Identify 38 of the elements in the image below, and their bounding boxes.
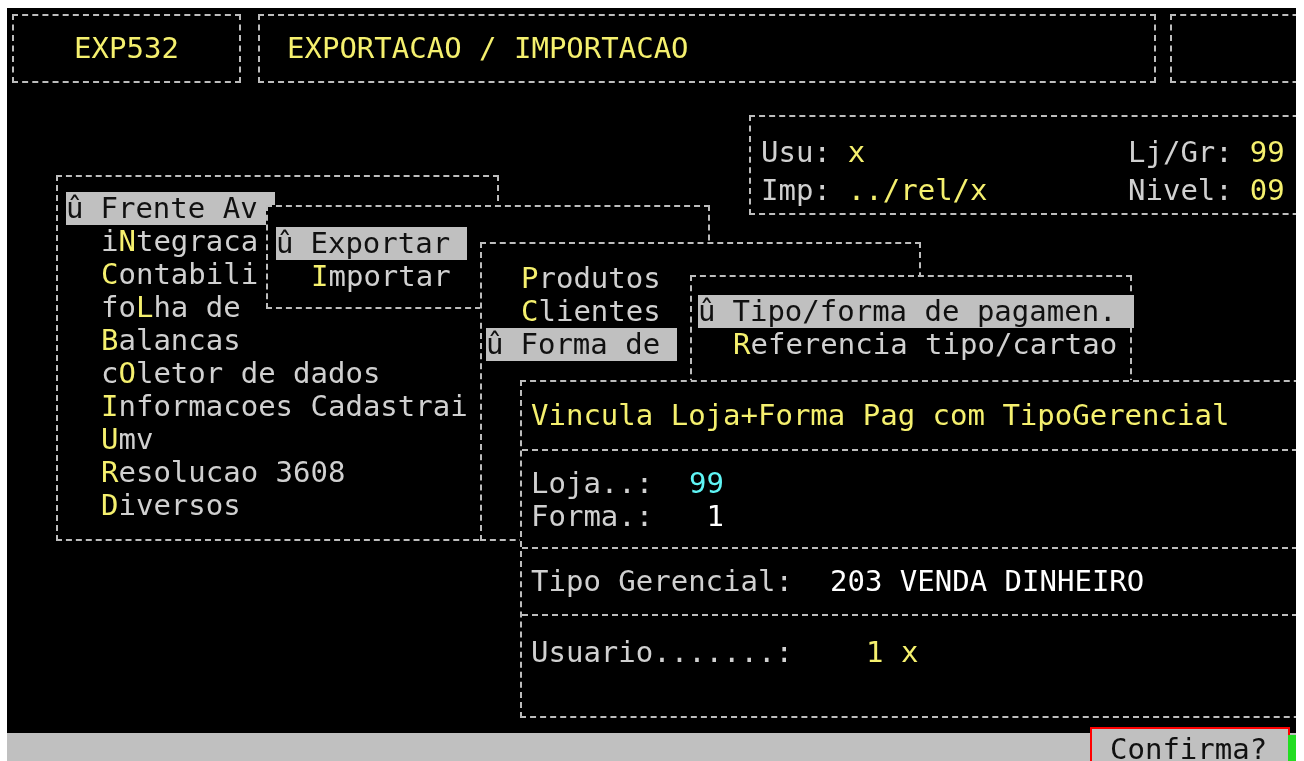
menu-item[interactable]: û Tipo/forma de pagamen.	[698, 295, 1134, 328]
session-label: Imp:	[761, 173, 831, 207]
input-cursor[interactable]	[1288, 735, 1296, 761]
session-label: Nivel:	[1128, 173, 1233, 207]
menu-item[interactable]: Contabili	[66, 258, 259, 291]
field-value: 1	[705, 500, 724, 534]
menu-item[interactable]: û Exportar	[276, 227, 468, 260]
session-value: 99	[1249, 135, 1285, 169]
field-label: Usuario.......:	[531, 635, 794, 669]
menu-item[interactable]: Informacoes Cadastrai	[66, 390, 468, 423]
menu-item[interactable]: û Forma de	[486, 328, 678, 361]
menu-item[interactable]: Resolucao 3608	[66, 456, 346, 489]
menu-item[interactable]: Clientes	[486, 295, 661, 328]
program-code: EXP532	[12, 14, 241, 83]
menu-item[interactable]: Importar	[276, 260, 451, 293]
menu-item[interactable]: iNtegraca	[66, 225, 259, 258]
dialog-title: Vincula Loja+Forma Pag com TipoGerencial	[531, 399, 1230, 433]
menu-item[interactable]: foLha de	[66, 291, 241, 324]
session-label: Lj/Gr:	[1128, 135, 1233, 169]
menu-item[interactable]: cOletor de dados	[66, 357, 381, 390]
session-value: ../rel/x	[847, 173, 988, 207]
confirm-prompt: Confirma?	[1090, 727, 1290, 761]
field-value: 99	[688, 467, 724, 501]
field-label: Loja..:	[531, 467, 655, 501]
menu-item[interactable]: P rodutos	[486, 262, 661, 295]
menu-item[interactable]: Diversos	[66, 489, 241, 522]
menu-item[interactable]: û Frente Av	[66, 192, 275, 225]
field-label: Tipo Gerencial:	[531, 565, 794, 599]
session-label: Usu:	[761, 135, 831, 169]
menu-item[interactable]: Umv	[66, 423, 154, 456]
field-value: 203 VENDA DINHEIRO	[830, 565, 1145, 599]
menu-item[interactable]: Referencia tipo/cartao	[698, 328, 1118, 361]
session-value: 09	[1249, 173, 1285, 207]
menu-item[interactable]: Balancas	[66, 324, 241, 357]
session-value: x	[847, 135, 866, 169]
field-value: 1 x	[866, 635, 919, 669]
field-label: Forma.:	[531, 500, 655, 534]
screen-title: EXPORTACAO / IMPORTACAO	[258, 14, 1156, 83]
